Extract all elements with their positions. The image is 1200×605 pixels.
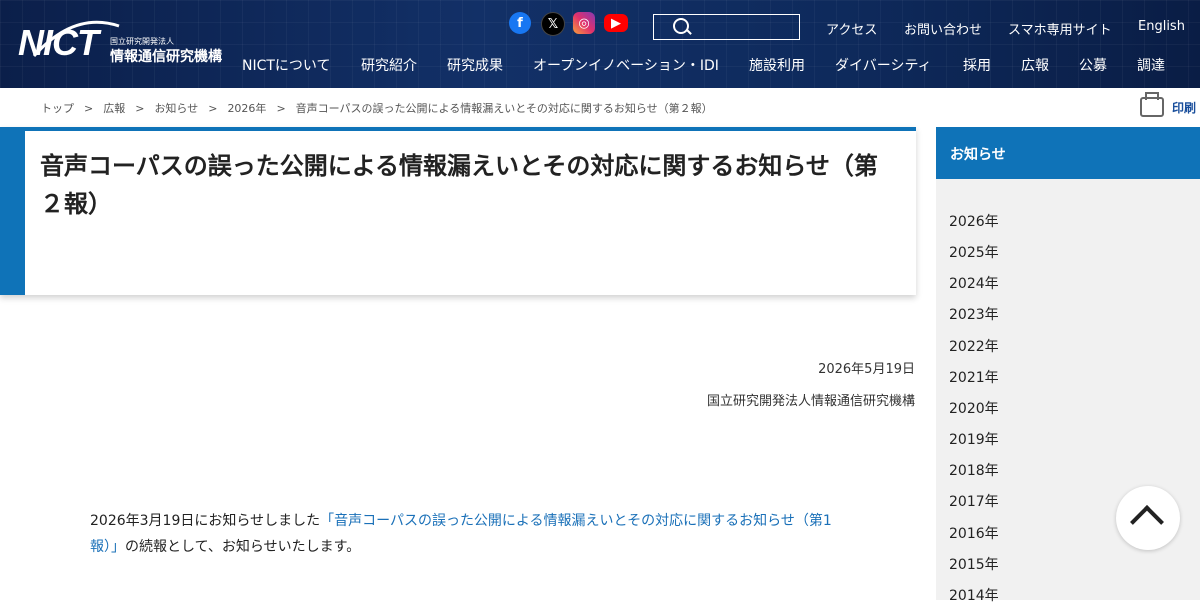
title-top-border xyxy=(0,127,916,131)
body-prefix: 2026年3月19日にお知らせしました xyxy=(90,513,321,529)
breadcrumb-separator: > xyxy=(276,102,286,115)
nav-open-innovation[interactable]: オープンイノベーション・IDI xyxy=(533,55,719,75)
nict-logo[interactable]: NICT 国立研究開発法人 情報通信研究機構 xyxy=(18,16,228,78)
util-link-mobile[interactable]: スマホ専用サイト xyxy=(1008,19,1112,38)
nav-results[interactable]: 研究成果 xyxy=(447,55,503,75)
util-link-access[interactable]: アクセス xyxy=(826,19,877,38)
body-suffix: の続報として、お知らせいたします。 xyxy=(125,539,361,555)
nav-procurement[interactable]: 調達 xyxy=(1137,55,1165,75)
sidebar-year-2023[interactable]: 2023年 xyxy=(949,304,999,324)
util-link-contact[interactable]: お問い合わせ xyxy=(904,19,982,38)
article-date: 2026年5月19日 xyxy=(818,362,915,377)
sidebar-heading-label: お知らせ xyxy=(950,147,1006,163)
sidebar-year-2021[interactable]: 2021年 xyxy=(949,367,999,387)
print-button[interactable]: 印刷 xyxy=(1140,92,1197,117)
article-title-box: 音声コーパスの誤った公開による情報漏えいとその対応に関するお知らせ（第２報） xyxy=(0,127,916,295)
sidebar-year-2019[interactable]: 2019年 xyxy=(949,429,999,449)
sidebar-year-2022[interactable]: 2022年 xyxy=(949,336,999,356)
util-link-english[interactable]: English xyxy=(1138,19,1185,34)
chevron-up-icon xyxy=(1130,505,1164,539)
back-to-top-button[interactable] xyxy=(1116,486,1180,550)
breadcrumb-current: 音声コーパスの誤った公開による情報漏えいとその対応に関するお知らせ（第２報） xyxy=(295,102,713,115)
breadcrumb-separator: > xyxy=(135,102,145,115)
sidebar-year-2018[interactable]: 2018年 xyxy=(949,460,999,480)
breadcrumb: トップ > 広報 > お知らせ >2026年 > 音声コーパスの誤った公開による情報漏えいとそ… xyxy=(41,100,713,116)
nav-pr[interactable]: 広報 xyxy=(1021,55,1049,75)
breadcrumb-year[interactable]: 2026年 xyxy=(227,102,266,115)
nav-about[interactable]: NICTについて xyxy=(242,55,331,75)
page-title: 音声コーパスの誤った公開による情報漏えいとその対応に関するお知らせ（第２報） xyxy=(40,152,878,218)
sidebar-year-2014[interactable]: 2014年 xyxy=(949,585,999,605)
sidebar-year-2015[interactable]: 2015年 xyxy=(949,554,999,574)
sidebar-year-2016[interactable]: 2016年 xyxy=(949,523,999,543)
youtube-icon[interactable]: ▶ xyxy=(604,14,628,32)
breadcrumb-separator: > xyxy=(208,102,218,115)
search-icon xyxy=(673,18,689,34)
article-organization: 国立研究開発法人情報通信研究機構 xyxy=(706,394,915,409)
logo-mark: NICT xyxy=(18,22,99,63)
breadcrumb-pr[interactable]: 広報 xyxy=(103,102,125,115)
nav-research[interactable]: 研究紹介 xyxy=(361,55,417,75)
logo-name: 情報通信研究機構 xyxy=(110,49,222,65)
printer-icon xyxy=(1140,92,1164,117)
article-body: 2026年3月19日にお知らせしました「音声コーパスの誤った公開による情報漏えい… xyxy=(90,508,850,560)
breadcrumb-separator: > xyxy=(84,102,94,115)
sidebar-year-2020[interactable]: 2020年 xyxy=(949,398,999,418)
breadcrumb-top[interactable]: トップ xyxy=(41,102,74,115)
title-accent-bar xyxy=(0,127,25,295)
sidebar-year-2017[interactable]: 2017年 xyxy=(949,491,999,511)
print-label: 印刷 xyxy=(1172,100,1197,115)
sidebar-heading: お知らせ xyxy=(936,127,1200,179)
breadcrumb-news[interactable]: お知らせ xyxy=(154,102,198,115)
sidebar-year-2025[interactable]: 2025年 xyxy=(949,242,999,262)
nav-public-offering[interactable]: 公募 xyxy=(1079,55,1107,75)
nav-facilities[interactable]: 施設利用 xyxy=(749,55,805,75)
nav-diversity[interactable]: ダイバーシティ xyxy=(835,55,932,75)
sidebar-year-2026[interactable]: 2026年 xyxy=(949,211,999,231)
nav-recruit[interactable]: 採用 xyxy=(963,55,991,75)
x-twitter-icon[interactable]: 𝕏 xyxy=(541,12,565,36)
facebook-icon[interactable]: f xyxy=(509,12,531,34)
sidebar-year-2024[interactable]: 2024年 xyxy=(949,273,999,293)
instagram-icon[interactable]: ◎ xyxy=(573,12,595,34)
